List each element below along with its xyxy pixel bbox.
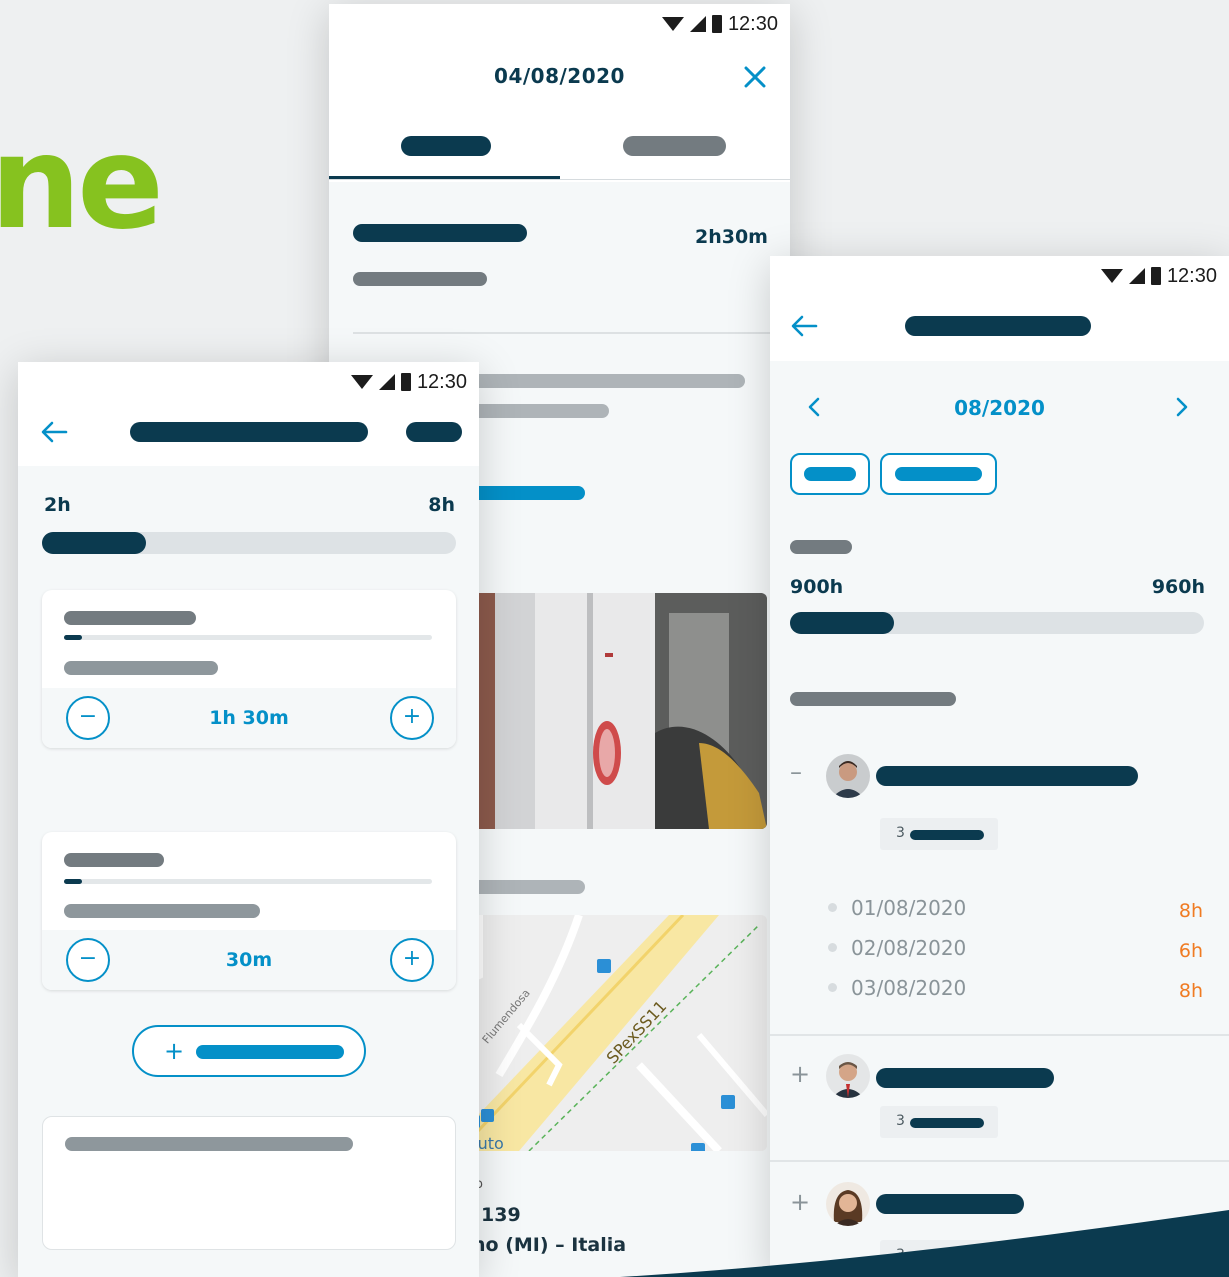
monthly-progress-fill bbox=[790, 612, 894, 634]
daily-progress-bar bbox=[42, 532, 456, 554]
tab-divider bbox=[329, 179, 790, 180]
hours-total: 8h bbox=[428, 494, 455, 516]
tab-1[interactable] bbox=[401, 136, 491, 156]
address-line-2: no (MI) – Italia bbox=[472, 1234, 627, 1256]
wifi-icon bbox=[1100, 269, 1123, 283]
hours-total: 960h bbox=[1151, 576, 1205, 598]
add-entry-label bbox=[196, 1045, 344, 1059]
location-map[interactable]: SPexSS11 Flumendosa cauto bbox=[459, 915, 767, 1151]
entry-subtitle bbox=[64, 661, 218, 675]
hours-done: 900h bbox=[790, 576, 844, 598]
attachment-photo[interactable] bbox=[459, 593, 767, 829]
chevron-right-icon[interactable] bbox=[1174, 396, 1190, 418]
day-hours: 8h bbox=[1178, 980, 1203, 1002]
page-title: 04/08/2020 bbox=[494, 64, 625, 88]
daily-screen: 12:30 2h 8h − 1h 30m + − 30m + + bbox=[18, 362, 479, 1277]
avatar bbox=[826, 1054, 870, 1098]
plus-icon: + bbox=[164, 1037, 185, 1065]
divider bbox=[770, 1034, 1229, 1036]
wifi-icon bbox=[350, 375, 373, 389]
status-time: 12:30 bbox=[416, 370, 467, 393]
time-entry-card: − 30m + bbox=[42, 832, 456, 990]
daily-progress-fill bbox=[42, 532, 146, 554]
status-time: 12:30 bbox=[727, 12, 778, 35]
monthly-progress-bar bbox=[790, 612, 1204, 634]
entry-progress bbox=[64, 635, 432, 640]
collapse-toggle[interactable]: – bbox=[790, 758, 802, 786]
person-name bbox=[876, 766, 1138, 786]
wifi-icon bbox=[661, 17, 684, 31]
battery-icon bbox=[400, 373, 411, 391]
activity-title bbox=[353, 224, 527, 242]
avatar bbox=[826, 1182, 870, 1226]
expand-toggle[interactable]: + bbox=[790, 1188, 810, 1216]
expand-toggle[interactable]: + bbox=[790, 1060, 810, 1088]
signal-icon bbox=[1128, 268, 1145, 284]
section-label bbox=[790, 692, 956, 706]
battery-icon bbox=[711, 15, 722, 33]
count-badge: 3 bbox=[880, 1106, 998, 1138]
brand-word: ne bbox=[0, 109, 164, 258]
back-arrow-icon[interactable] bbox=[790, 314, 818, 338]
entry-stepper: − 1h 30m + bbox=[42, 688, 456, 748]
entry-subtitle bbox=[64, 904, 260, 918]
page-title bbox=[905, 316, 1091, 336]
status-bar: 12:30 bbox=[350, 370, 467, 394]
battery-icon bbox=[1150, 267, 1161, 285]
entry-title bbox=[64, 853, 164, 867]
add-entry-button[interactable]: + bbox=[132, 1025, 366, 1077]
count-badge: 3 bbox=[880, 1240, 998, 1272]
tab-2[interactable] bbox=[623, 136, 726, 156]
hours-done: 2h bbox=[44, 494, 71, 516]
increase-button[interactable]: + bbox=[390, 938, 434, 982]
time-entry-card: − 1h 30m + bbox=[42, 590, 456, 748]
status-bar: 12:30 bbox=[1100, 264, 1217, 288]
page-title bbox=[130, 422, 368, 442]
activity-subtitle bbox=[353, 272, 487, 286]
signal-icon bbox=[689, 16, 706, 32]
divider bbox=[353, 332, 770, 334]
day-row: 02/08/2020 bbox=[828, 936, 966, 960]
back-arrow-icon[interactable] bbox=[40, 420, 68, 444]
day-row: 03/08/2020 bbox=[828, 976, 966, 1000]
address-line-1: 139 bbox=[481, 1204, 521, 1226]
entry-progress bbox=[64, 879, 432, 884]
divider bbox=[770, 1160, 1229, 1162]
count-badge: 3 bbox=[880, 818, 998, 850]
person-name bbox=[876, 1194, 1024, 1214]
avatar bbox=[826, 754, 870, 798]
person-name bbox=[876, 1068, 1054, 1088]
entry-title bbox=[64, 611, 196, 625]
entry-stepper: − 30m + bbox=[42, 930, 456, 990]
status-bar: 12:30 bbox=[661, 12, 778, 36]
day-row: 01/08/2020 bbox=[828, 896, 966, 920]
day-hours: 8h bbox=[1178, 900, 1203, 922]
description-line-2 bbox=[459, 404, 609, 418]
signal-icon bbox=[378, 374, 395, 390]
increase-button[interactable]: + bbox=[390, 696, 434, 740]
header-action-button[interactable] bbox=[406, 422, 462, 442]
summary-label bbox=[790, 540, 852, 554]
day-hours: 6h bbox=[1178, 940, 1203, 962]
activity-duration: 2h30m bbox=[695, 226, 768, 248]
month-label: 08/2020 bbox=[954, 396, 1045, 420]
description-line-1 bbox=[459, 374, 745, 388]
filter-chip-2[interactable] bbox=[880, 453, 997, 495]
filter-chip-1[interactable] bbox=[790, 453, 870, 495]
close-icon[interactable] bbox=[740, 62, 770, 92]
notes-placeholder bbox=[65, 1137, 353, 1151]
notes-card[interactable] bbox=[42, 1116, 456, 1250]
monthly-screen: 12:30 08/2020 900h 960h – 3 01/08/2020 8… bbox=[770, 256, 1229, 1277]
status-time: 12:30 bbox=[1166, 264, 1217, 287]
